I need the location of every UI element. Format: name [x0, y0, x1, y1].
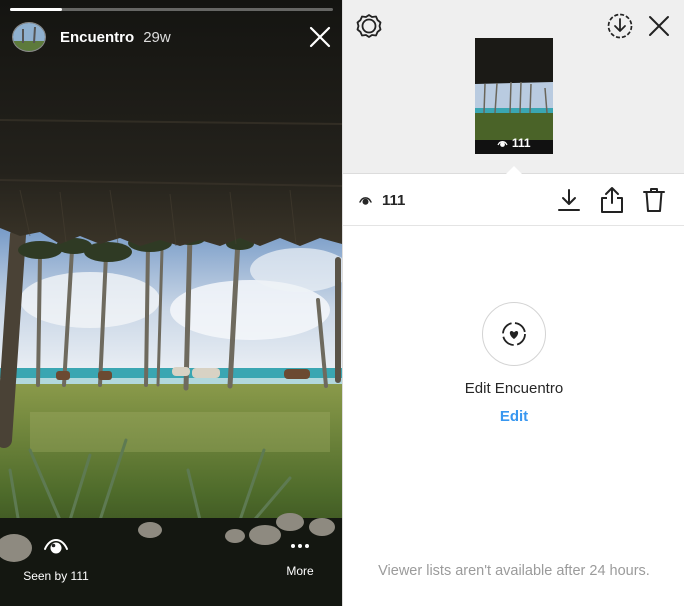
seen-by-label: Seen by 111 — [23, 569, 89, 583]
story-stats-row: 111 — [343, 175, 684, 226]
seen-by-button[interactable]: Seen by 111 — [14, 534, 98, 583]
story-viewer: Encuentro 29w Seen by 111 More — [0, 0, 342, 606]
story-insights-panel: 111 111 Edit Encuentro Edit Viewer lists… — [342, 0, 684, 606]
avatar[interactable] — [12, 22, 46, 52]
thumbnail-strip: 111 — [343, 0, 684, 175]
story-progress-bar — [10, 8, 333, 11]
more-button[interactable]: More — [280, 534, 320, 578]
more-label: More — [286, 564, 314, 578]
edit-highlight-link[interactable]: Edit — [343, 408, 684, 425]
story-header: Encuentro 29w — [12, 22, 171, 52]
story-photo — [0, 0, 342, 606]
views-count: 111 — [382, 192, 406, 209]
thumbnail-views-count: 111 — [511, 136, 531, 150]
viewer-list-notice: Viewer lists aren't available after 24 h… — [378, 563, 650, 579]
highlight-title: Edit Encuentro — [464, 380, 564, 397]
story-thumbnail[interactable]: 111 — [475, 38, 553, 154]
story-age: 29w — [143, 28, 171, 46]
thumbnail-views: 111 — [475, 136, 553, 150]
more-dots-icon — [280, 534, 320, 558]
eye-icon — [359, 197, 372, 205]
download-circle-icon[interactable] — [606, 12, 634, 40]
close-icon[interactable] — [647, 14, 671, 38]
story-username[interactable]: Encuentro — [60, 29, 134, 46]
story-progress-fill — [10, 8, 62, 11]
download-icon[interactable] — [556, 187, 582, 213]
close-icon[interactable] — [307, 24, 333, 50]
highlight-heart-icon — [502, 322, 526, 346]
eye-icon — [44, 539, 68, 554]
share-icon[interactable] — [599, 186, 625, 214]
trash-icon[interactable] — [642, 187, 666, 213]
thumbnail-pointer — [505, 166, 523, 175]
add-to-highlight-button[interactable] — [482, 302, 546, 366]
viewers-count[interactable]: 111 — [359, 192, 405, 209]
settings-gear-icon[interactable] — [355, 12, 383, 40]
eye-icon — [497, 141, 509, 147]
